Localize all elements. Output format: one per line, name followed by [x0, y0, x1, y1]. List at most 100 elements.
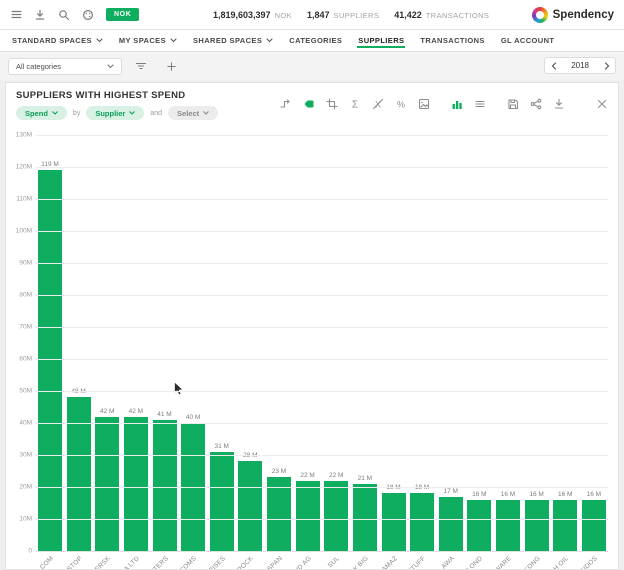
bar[interactable]: [582, 500, 606, 551]
flow-icon[interactable]: [279, 97, 292, 110]
bar[interactable]: [410, 493, 434, 551]
filter-icon[interactable]: [130, 55, 152, 77]
chevron-down-icon: [96, 38, 103, 43]
stat-unit: TRANSACTIONS: [426, 11, 490, 20]
bar-cell: 22 MSUL: [324, 135, 348, 551]
percent-icon[interactable]: %: [394, 97, 407, 110]
bar-cell: 18 MSTUFF: [410, 135, 434, 551]
bar-value-label: 16 M: [529, 491, 543, 498]
measure-pill[interactable]: Spend: [16, 106, 67, 120]
tab-label: TRANSACTIONS: [420, 36, 484, 45]
share-icon[interactable]: [529, 97, 542, 110]
bar[interactable]: [382, 493, 406, 551]
y-axis-tick: 0: [6, 548, 32, 555]
bar[interactable]: [496, 500, 520, 551]
list-icon[interactable]: [473, 97, 486, 110]
bar-cell: 17 MAWA: [439, 135, 463, 551]
menu-icon[interactable]: [4, 3, 28, 27]
crop-icon[interactable]: [325, 97, 338, 110]
bar[interactable]: [439, 497, 463, 551]
category-select[interactable]: All categories: [8, 58, 122, 75]
tab-shared-spaces[interactable]: SHARED SPACES: [185, 30, 281, 51]
chevron-left-icon[interactable]: [545, 58, 562, 73]
exclude-x-icon[interactable]: X: [371, 97, 384, 110]
tab-label: STANDARD SPACES: [12, 36, 92, 45]
tab-label: MY SPACES: [119, 36, 166, 45]
bar[interactable]: [95, 417, 119, 551]
bar[interactable]: [553, 500, 577, 551]
bar[interactable]: [124, 417, 148, 551]
bar[interactable]: [153, 420, 177, 551]
tab-my-spaces[interactable]: MY SPACES: [111, 30, 185, 51]
x-axis-label: . COM: [5, 555, 55, 570]
y-axis-tick: 40M: [6, 420, 32, 427]
y-axis-tick: 100M: [6, 228, 32, 235]
bar[interactable]: [67, 397, 91, 551]
bar[interactable]: [267, 477, 291, 551]
palette-icon[interactable]: [76, 3, 100, 27]
dimension-pill[interactable]: Supplier: [86, 106, 144, 120]
bar-chart: 119 M. COM48 MTSTOP42 MAERSK42 MRA LTD41…: [6, 129, 618, 570]
chevron-down-icon: [203, 111, 209, 115]
bar-chart-icon[interactable]: [450, 97, 463, 110]
brand-name: Spendency: [553, 9, 614, 21]
bar-value-label: 41 M: [157, 411, 171, 418]
bar-cell: 16 MLOND: [467, 135, 491, 551]
chart-panel: SUPPLIERS WITH HIGHEST SPEND Spend by Su…: [5, 82, 619, 570]
tab-transactions[interactable]: TRANSACTIONS: [412, 30, 492, 51]
gridline: [36, 167, 608, 168]
close-icon[interactable]: [595, 97, 608, 110]
year-selector: 2018: [544, 57, 616, 74]
header-stat-transactions: 41,422 TRANSACTIONS: [394, 10, 489, 20]
bar[interactable]: [296, 481, 320, 551]
sigma-icon[interactable]: Σ: [348, 97, 361, 110]
bar-value-label: 42 M: [100, 408, 114, 415]
bar-value-label: 22 M: [300, 472, 314, 479]
bar[interactable]: [467, 500, 491, 551]
download-icon[interactable]: [28, 3, 52, 27]
secondary-pill-label: Select: [177, 109, 199, 118]
bar[interactable]: [324, 481, 348, 551]
bars-container: 119 M. COM48 MTSTOP42 MAERSK42 MRA LTD41…: [38, 135, 606, 551]
bar-value-label: 16 M: [587, 491, 601, 498]
tab-gl-account[interactable]: GL ACCOUNT: [493, 30, 563, 51]
bar-cell: 40 MCOMS: [181, 135, 205, 551]
y-axis-tick: 10M: [6, 516, 32, 523]
bar-value-label: 22 M: [329, 472, 343, 479]
tab-standard-spaces[interactable]: STANDARD SPACES: [4, 30, 111, 51]
y-axis-tick: 120M: [6, 164, 32, 171]
bar[interactable]: [38, 170, 62, 551]
secondary-dimension-pill[interactable]: Select: [168, 106, 218, 120]
tag-icon[interactable]: [302, 97, 315, 110]
gridline: [36, 551, 608, 552]
y-axis-tick: 70M: [6, 324, 32, 331]
brand: Spendency: [532, 0, 614, 30]
gridline: [36, 263, 608, 264]
add-icon[interactable]: [160, 55, 182, 77]
currency-badge[interactable]: NOK: [106, 8, 139, 21]
y-axis-tick: 50M: [6, 388, 32, 395]
bar-value-label: 17 M: [444, 488, 458, 495]
bar-cell: 16 MEIDOS: [582, 135, 606, 551]
bar[interactable]: [525, 500, 549, 551]
bar-cell: 42 MAERSK: [95, 135, 119, 551]
tab-suppliers[interactable]: SUPPLIERS: [350, 30, 412, 51]
header-stats: 1,819,603,397NOK1,847SUPPLIERS41,422TRAN…: [213, 0, 489, 30]
bar[interactable]: [353, 484, 377, 551]
bar-value-label: 40 M: [186, 414, 200, 421]
save-icon[interactable]: [506, 97, 519, 110]
search-icon[interactable]: [52, 3, 76, 27]
bar[interactable]: [210, 452, 234, 551]
header-stat-nok: 1,819,603,397NOK: [213, 10, 292, 20]
chevron-right-icon[interactable]: [598, 58, 615, 73]
chevron-down-icon: [52, 111, 58, 115]
bar[interactable]: [238, 461, 262, 551]
download-icon[interactable]: [552, 97, 565, 110]
y-axis-tick: 90M: [6, 260, 32, 267]
tab-categories[interactable]: CATEGORIES: [281, 30, 350, 51]
top-bar: NOK 1,819,603,397NOK1,847SUPPLIERS41,422…: [0, 0, 624, 30]
gridline: [36, 231, 608, 232]
stat-value: 41,422: [394, 10, 422, 20]
bar-cell: 16 MKONG: [525, 135, 549, 551]
image-icon[interactable]: [417, 97, 430, 110]
